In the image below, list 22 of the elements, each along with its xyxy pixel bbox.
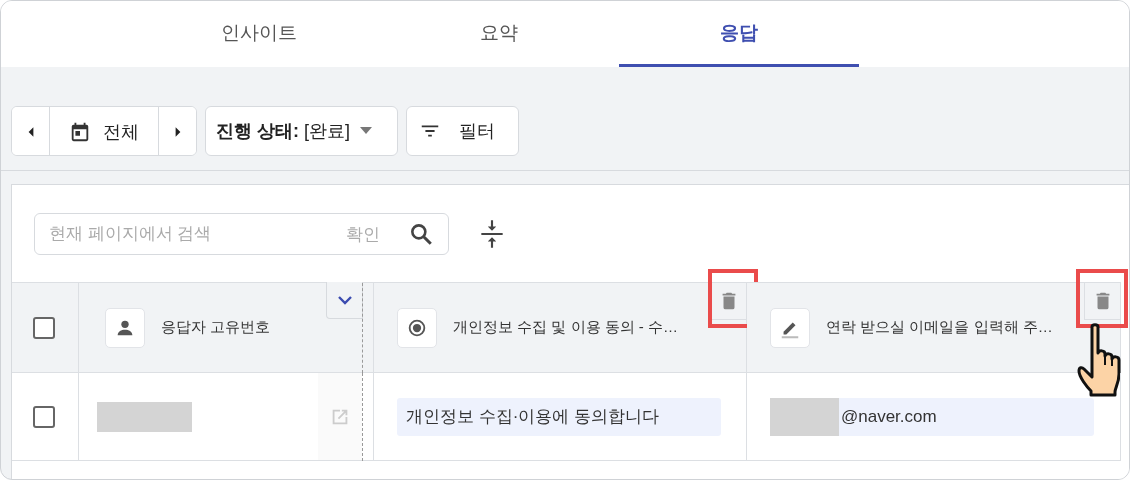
chevron-down-icon (336, 295, 353, 305)
delete-button[interactable] (1084, 283, 1120, 320)
calendar-icon (69, 121, 91, 143)
status-dropdown[interactable]: 진행 상태: [완료] (205, 106, 398, 156)
column-header[interactable]: 응답자 고유번호 (161, 318, 271, 337)
search-icon[interactable] (408, 221, 434, 247)
tab[interactable]: 인사이트 (139, 1, 379, 67)
answer-text: 개인정보 수집·이용에 동의합니다 (405, 406, 660, 428)
collapse-rows-icon[interactable] (479, 218, 505, 250)
column-header[interactable]: 개인정보 수집 및 이용 동의 - 수… (453, 318, 678, 337)
answer-text: @naver.com (840, 406, 937, 427)
column-header[interactable]: 연락 받으실 이메일을 입력해 주… (826, 318, 1053, 337)
checkbox[interactable] (33, 316, 55, 339)
right-triangle-icon (173, 125, 182, 139)
tab[interactable]: 응답 (619, 1, 859, 67)
sort-menu-button[interactable] (326, 282, 363, 319)
checkbox[interactable] (33, 405, 55, 428)
caret-icon (360, 127, 372, 135)
date-range-button[interactable]: 전체 (49, 107, 159, 155)
left-triangle-icon (26, 125, 35, 139)
filter-button[interactable]: 필터 (406, 106, 519, 156)
tab[interactable]: 요약 (379, 1, 619, 67)
